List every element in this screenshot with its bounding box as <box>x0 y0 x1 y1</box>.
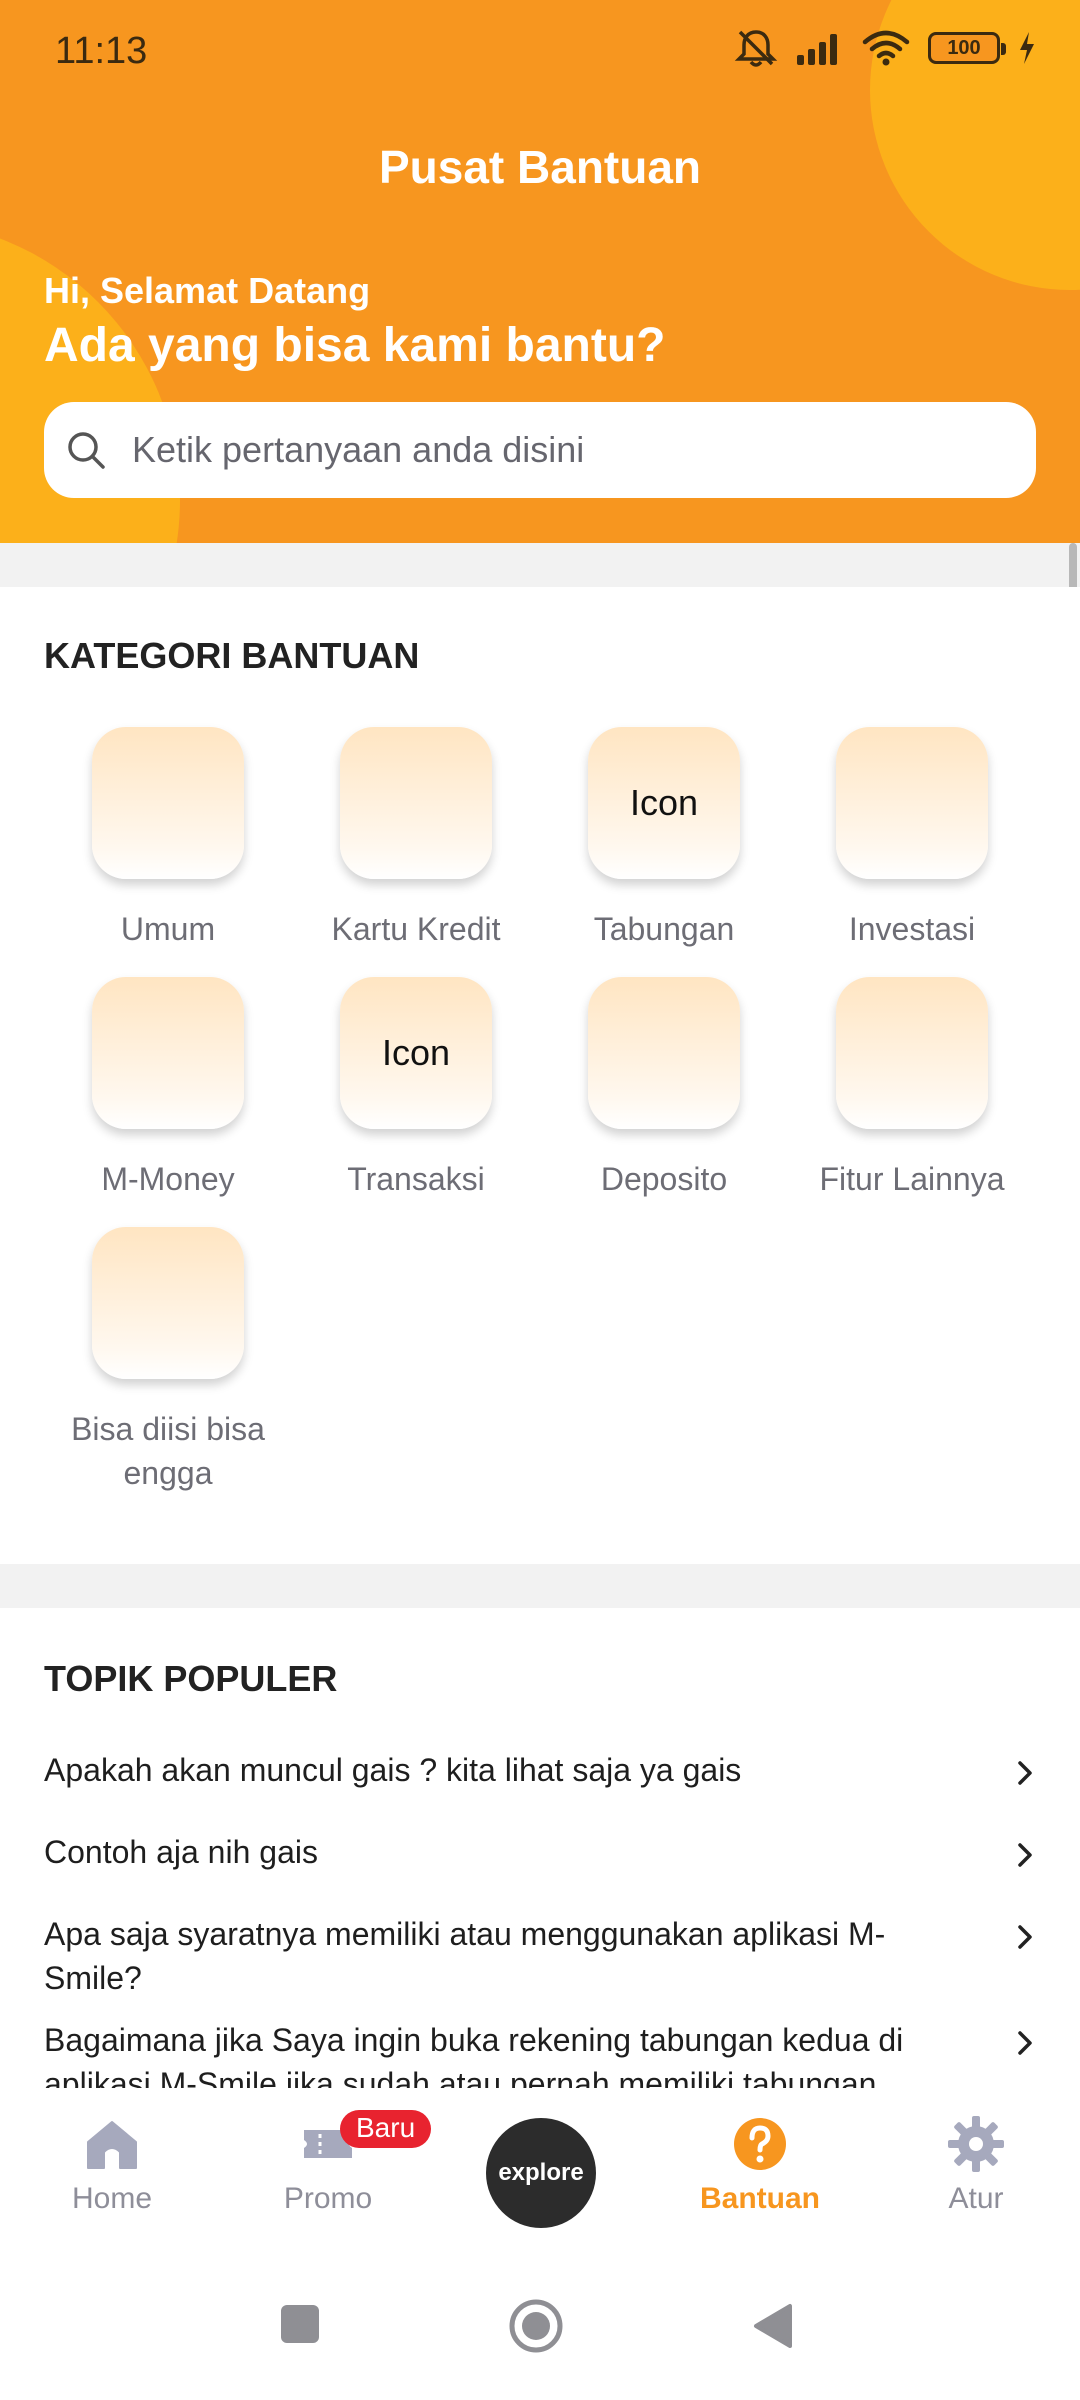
topic-text: Apakah akan muncul gais ? kita lihat saj… <box>44 1752 742 1788</box>
category-label: Fitur Lainnya <box>819 1161 1005 1197</box>
search-bar[interactable] <box>44 402 1036 498</box>
category-tabungan[interactable]: Icon Tabungan <box>544 727 784 951</box>
chevron-right-icon <box>1018 1843 1032 1867</box>
home-button[interactable] <box>508 2298 564 2354</box>
nav-bantuan[interactable]: Bantuan <box>652 2114 868 2216</box>
back-button[interactable] <box>750 2302 794 2350</box>
kategori-section: KATEGORI BANTUAN Umum Kartu Kredit Icon … <box>0 587 1080 1564</box>
mute-icon <box>734 30 778 67</box>
category-label: Investasi <box>848 911 976 947</box>
category-label: Umum <box>120 911 216 947</box>
category-icon <box>92 727 244 879</box>
category-icon <box>340 727 492 879</box>
gear-icon <box>948 2116 1004 2172</box>
category-label: Tabungan <box>593 911 735 947</box>
category-label: Bisa diisi bisa engga <box>71 1411 265 1491</box>
greeting-text: Hi, Selamat Datang <box>44 270 371 311</box>
nav-atur[interactable]: Atur <box>868 2114 1080 2216</box>
topik-section: TOPIK POPULER Apakah akan muncul gais ? … <box>0 1608 1080 2088</box>
help-icon <box>734 2118 786 2170</box>
section-title: TOPIK POPULER <box>44 1658 338 1699</box>
question-text: Ada yang bisa kami bantu? <box>44 319 666 372</box>
charging-icon <box>1020 32 1034 64</box>
topic-item[interactable]: Contoh aja nih gais <box>44 1830 1036 1874</box>
category-umum[interactable]: Umum <box>48 727 288 951</box>
search-icon <box>68 432 105 469</box>
topic-item[interactable]: Apakah akan muncul gais ? kita lihat saj… <box>44 1748 1036 1792</box>
header: 11:13 100 Pusat Bantuan Hi, Selamat Data… <box>0 0 1080 543</box>
status-time: 11:13 <box>55 30 148 72</box>
bottom-nav: Home Promo Baru explore Bantuan Atur <box>0 2088 1080 2262</box>
category-icon: Icon <box>340 977 492 1129</box>
nav-home[interactable]: Home <box>4 2114 220 2216</box>
category-kartu-kredit[interactable]: Kartu Kredit <box>296 727 536 951</box>
system-nav-bar <box>0 2262 1080 2400</box>
search-input[interactable] <box>132 429 1036 471</box>
battery-icon: 100 <box>928 32 1006 64</box>
category-label: Kartu Kredit <box>331 911 501 947</box>
topic-item[interactable]: Apa saja syaratnya memiliki atau menggun… <box>44 1912 1036 2000</box>
category-icon <box>92 1227 244 1379</box>
category-deposito[interactable]: Deposito <box>544 977 784 1201</box>
chevron-right-icon <box>1018 1925 1032 1949</box>
chevron-right-icon <box>1018 2031 1032 2055</box>
explore-button[interactable]: explore <box>486 2118 596 2228</box>
home-icon <box>87 2121 137 2169</box>
nav-label: Atur <box>948 2182 1004 2215</box>
status-icons: 100 <box>734 28 1036 68</box>
category-investasi[interactable]: Investasi <box>792 727 1032 951</box>
nav-label: Home <box>71 2182 153 2215</box>
new-badge: Baru <box>340 2110 432 2148</box>
nav-label: Promo <box>283 2182 373 2215</box>
topic-text: Bagaimana jika Saya ingin buka rekening … <box>44 2022 904 2088</box>
topic-text: Contoh aja nih gais <box>44 1834 318 1870</box>
nav-promo[interactable]: Promo Baru <box>220 2110 436 2216</box>
category-m-money[interactable]: M-Money <box>48 977 288 1201</box>
signal-icon <box>797 34 837 65</box>
category-transaksi[interactable]: Icon Transaksi <box>296 977 536 1201</box>
status-bar: 11:13 100 <box>0 0 1080 100</box>
chevron-right-icon <box>1018 1761 1032 1785</box>
category-label: Transaksi <box>347 1161 485 1197</box>
recents-button[interactable] <box>278 2302 322 2346</box>
category-icon: Icon <box>588 727 740 879</box>
category-bisa-diisi[interactable]: Bisa diisi bisa engga <box>48 1227 288 1495</box>
nav-label: Bantuan <box>700 2182 820 2215</box>
topic-item[interactable]: Bagaimana jika Saya ingin buka rekening … <box>44 2018 1036 2088</box>
wifi-icon <box>862 30 910 66</box>
section-title: KATEGORI BANTUAN <box>44 635 420 676</box>
category-icon <box>92 977 244 1129</box>
category-icon <box>836 727 988 879</box>
category-icon <box>836 977 988 1129</box>
category-icon <box>588 977 740 1129</box>
category-label: M-Money <box>101 1161 235 1197</box>
page-title: Pusat Bantuan <box>378 141 702 193</box>
topic-text: Apa saja syaratnya memiliki atau menggun… <box>44 1916 886 1996</box>
category-fitur-lainnya[interactable]: Fitur Lainnya <box>792 977 1032 1201</box>
category-label: Deposito <box>600 1161 728 1197</box>
